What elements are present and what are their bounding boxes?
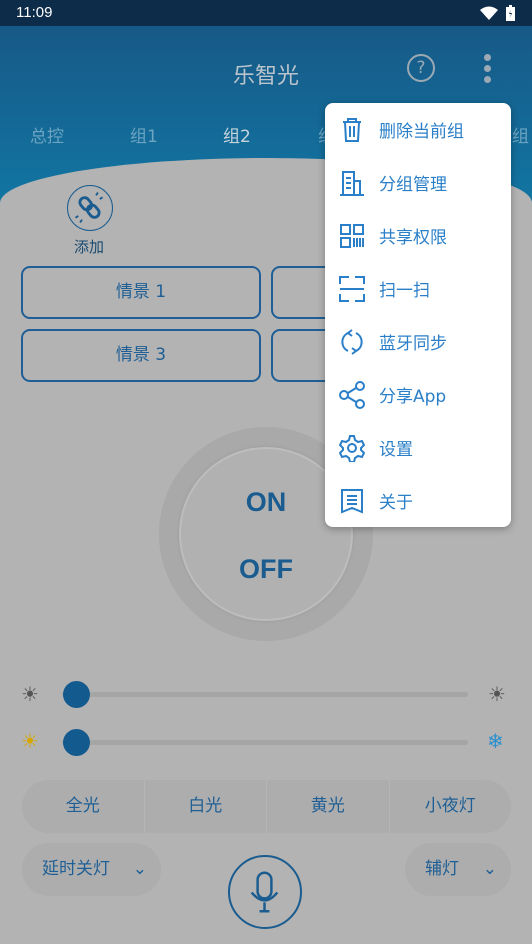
status-time: 11:09: [16, 4, 53, 21]
battery-icon: [506, 5, 515, 21]
menu-item-scan[interactable]: 扫一扫: [325, 262, 511, 315]
menu-item-bluetooth-sync[interactable]: 蓝牙同步: [325, 315, 511, 368]
mode-night[interactable]: 小夜灯: [388, 780, 512, 833]
aux-light-label: 辅灯: [425, 859, 459, 879]
help-button[interactable]: ?: [407, 54, 435, 82]
menu-item-delete-group[interactable]: 删除当前组: [325, 103, 511, 156]
color-temp-slider[interactable]: [62, 729, 468, 756]
overflow-menu: 删除当前组 分组管理 共享权限 扫一扫 蓝牙同步 分享App 设置 关于: [325, 103, 511, 527]
add-label: 添加: [74, 238, 105, 256]
mode-full[interactable]: 全光: [22, 780, 144, 833]
scan-icon: [339, 276, 365, 302]
brightness-high-icon: ☀: [488, 682, 506, 706]
voice-button[interactable]: [228, 855, 302, 929]
question-icon: ?: [416, 58, 426, 78]
timer-off-label: 延时关灯: [42, 859, 110, 879]
mode-white[interactable]: 白光: [143, 780, 267, 833]
qr-code-icon: [340, 224, 364, 248]
light-mode-selector: 全光 白光 黄光 小夜灯: [22, 780, 511, 833]
brightness-slider-thumb[interactable]: [63, 681, 90, 708]
trash-icon: [343, 118, 361, 142]
menu-item-about[interactable]: 关于: [325, 474, 511, 527]
brightness-slider[interactable]: [62, 681, 468, 708]
menu-item-share-permission[interactable]: 共享权限: [325, 209, 511, 262]
app-title: 乐智光: [232, 64, 299, 89]
share-icon: [339, 381, 365, 409]
off-button[interactable]: OFF: [159, 554, 373, 585]
color-temp-slider-thumb[interactable]: [63, 729, 90, 756]
tab-group-4[interactable]: 组: [512, 122, 529, 147]
scene-1-button[interactable]: 情景 1: [21, 266, 261, 319]
menu-item-settings[interactable]: 设置: [325, 421, 511, 474]
sync-icon: [341, 329, 363, 355]
tab-all[interactable]: 总控: [30, 122, 64, 147]
snowflake-icon: ❄: [487, 729, 504, 753]
warm-light-icon: ☀: [21, 729, 39, 753]
status-bar: 11:09: [0, 0, 532, 26]
scene-3-button[interactable]: 情景 3: [21, 329, 261, 382]
aux-light-dropdown[interactable]: 辅灯 ⌄: [405, 843, 511, 896]
more-menu-button[interactable]: [484, 54, 494, 87]
microphone-icon: [250, 871, 279, 913]
timer-off-dropdown[interactable]: 延时关灯 ⌄: [22, 843, 161, 896]
link-add-icon: [74, 192, 104, 223]
add-device-button[interactable]: [67, 185, 113, 231]
tab-group-2[interactable]: 组2: [223, 122, 251, 147]
menu-item-share-app[interactable]: 分享App: [325, 368, 511, 421]
menu-item-group-manage[interactable]: 分组管理: [325, 156, 511, 209]
chevron-down-icon: ⌄: [482, 859, 497, 879]
mode-yellow[interactable]: 黄光: [266, 780, 389, 833]
book-icon: [341, 489, 363, 514]
brightness-low-icon: ☀: [21, 682, 39, 706]
chevron-down-icon: ⌄: [132, 859, 147, 879]
gear-icon: [338, 435, 366, 462]
building-icon: [340, 171, 364, 196]
wifi-icon: [480, 6, 498, 20]
tab-group-1[interactable]: 组1: [130, 122, 158, 147]
